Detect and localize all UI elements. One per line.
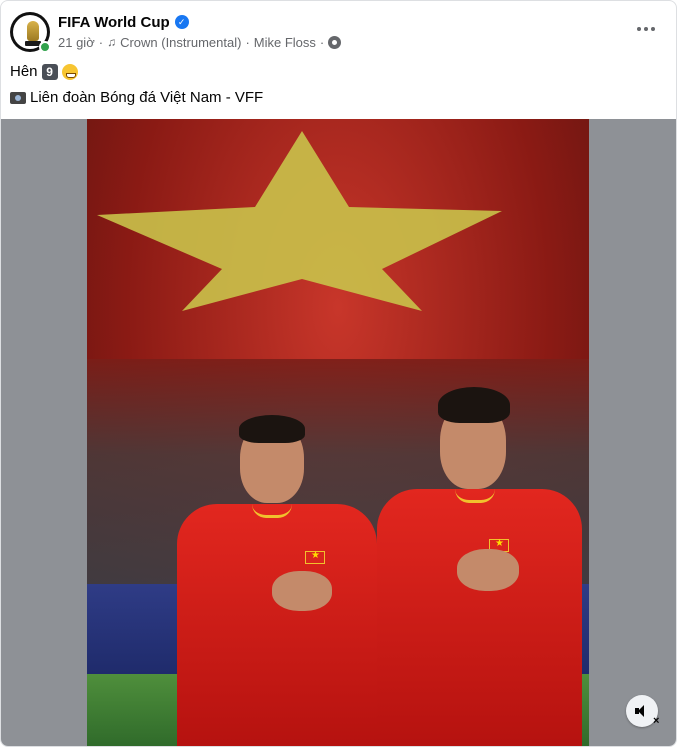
mute-toggle-button[interactable]: × xyxy=(626,695,659,727)
grinning-face-icon xyxy=(61,64,78,80)
separator: · xyxy=(319,34,325,50)
more-options-button[interactable] xyxy=(632,17,660,41)
music-title-link[interactable]: Crown (Instrumental) xyxy=(120,35,241,50)
music-artist-link[interactable]: Mike Floss xyxy=(254,35,316,50)
caption-text: Hên xyxy=(10,63,38,80)
trophy-icon xyxy=(27,21,39,41)
player-right xyxy=(372,379,587,746)
gear-icon[interactable] xyxy=(328,35,342,49)
camera-icon xyxy=(10,92,26,104)
keycap-nine-emoji: 9 xyxy=(41,64,58,80)
facebook-post: FIFA World Cup ✓ 21 giờ · ♫ Crown (Instr… xyxy=(0,0,677,747)
post-photo[interactable] xyxy=(87,119,589,746)
separator: · xyxy=(98,34,104,50)
speaker-muted-icon: × xyxy=(635,705,659,727)
post-timestamp[interactable]: 21 giờ xyxy=(58,35,95,50)
post-media[interactable] xyxy=(1,119,676,746)
separator: · xyxy=(245,34,250,50)
flag-star-graphic xyxy=(97,131,502,311)
player-left xyxy=(177,409,387,746)
music-note-icon: ♫ xyxy=(107,35,117,49)
online-status-dot xyxy=(39,41,51,53)
post-caption: Hên 9 Liên đoàn Bóng đá Việt Nam - VFF xyxy=(10,62,263,106)
post-header: FIFA World Cup ✓ 21 giờ · ♫ Crown (Instr… xyxy=(1,1,676,57)
post-meta: 21 giờ · ♫ Crown (Instrumental) · Mike F… xyxy=(58,34,342,50)
more-options-icon xyxy=(637,27,641,31)
page-name-link[interactable]: FIFA World Cup xyxy=(58,14,170,31)
photo-credit: Liên đoàn Bóng đá Việt Nam - VFF xyxy=(30,89,264,106)
verified-badge-icon: ✓ xyxy=(174,15,189,29)
page-name-row: FIFA World Cup ✓ xyxy=(58,13,189,31)
